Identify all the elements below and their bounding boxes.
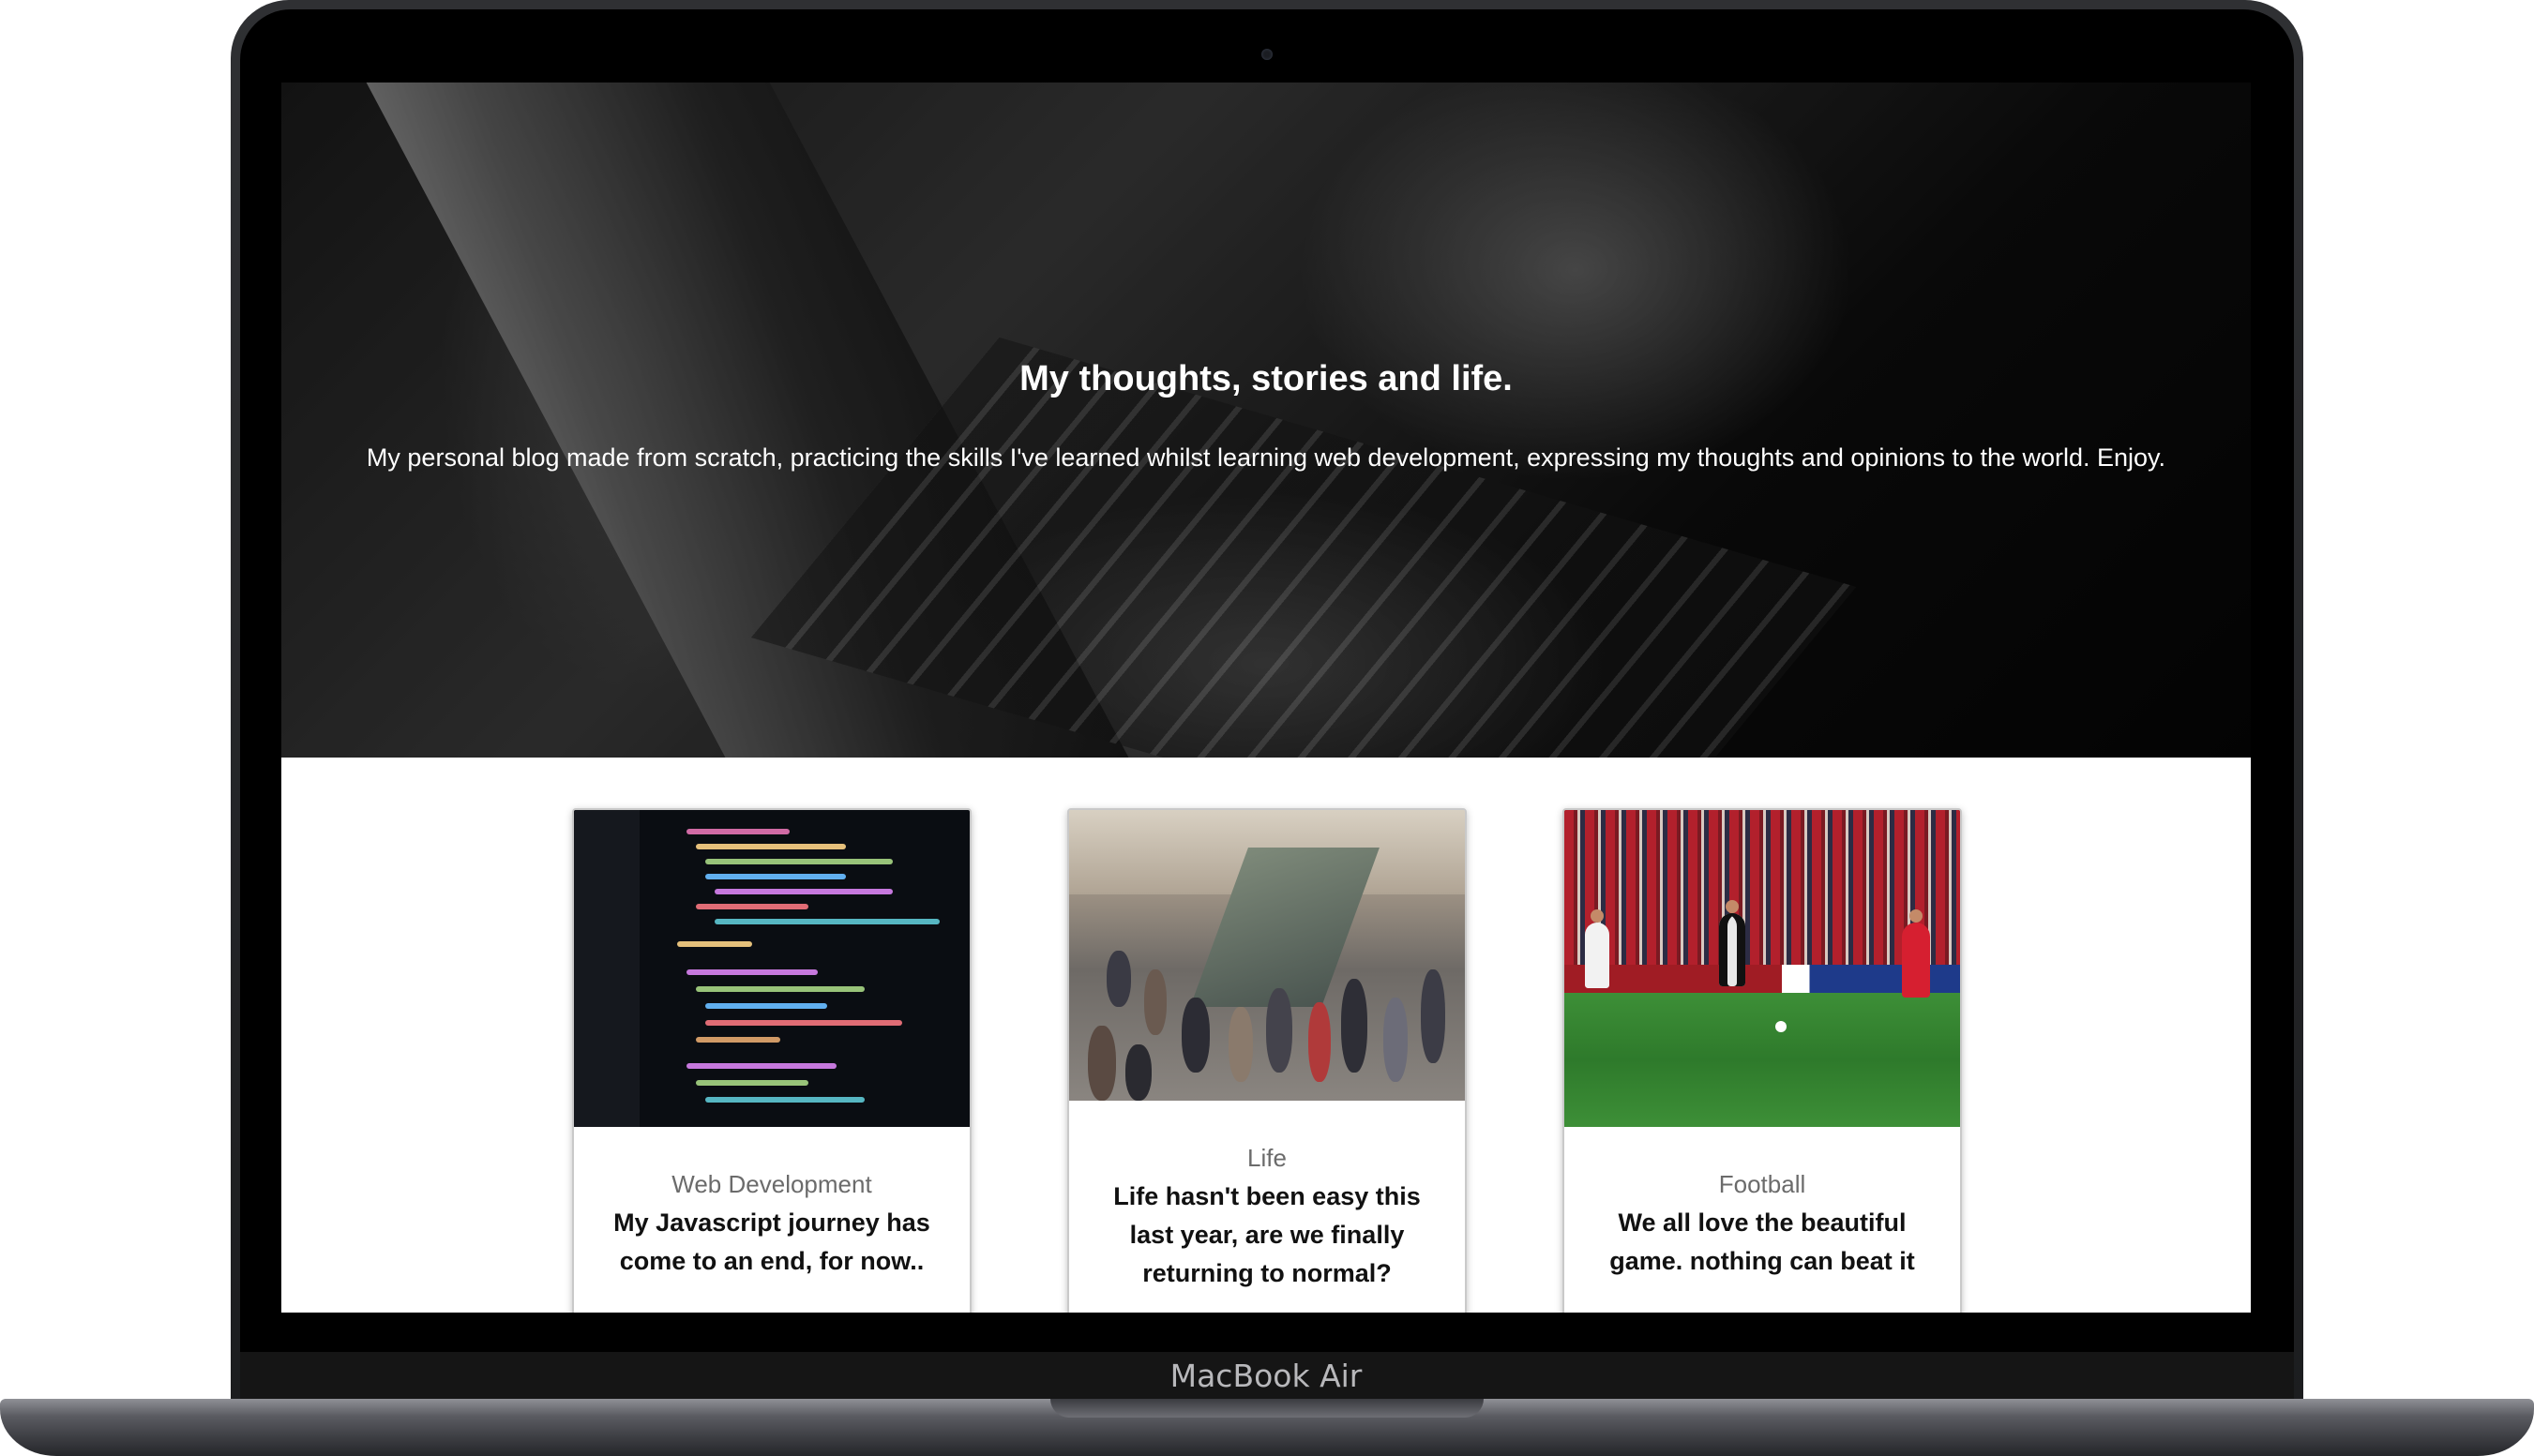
football-match-image <box>1564 810 1960 1127</box>
post-title[interactable]: Life hasn't been easy this last year, ar… <box>1097 1178 1437 1293</box>
advertising-board <box>1564 965 1960 993</box>
post-category: Web Development <box>671 1170 872 1198</box>
hero-overlay <box>281 83 2251 758</box>
laptop-hinge-notch <box>1050 1399 1484 1418</box>
post-card-life[interactable]: Life Life hasn't been easy this last yea… <box>1067 808 1467 1313</box>
hero-title: My thoughts, stories and life. <box>1019 359 1513 398</box>
hero-banner: My thoughts, stories and life. My person… <box>281 83 2251 758</box>
device-model-label: MacBook Air <box>1169 1358 1363 1394</box>
post-card-football[interactable]: Football We all love the beautiful game.… <box>1562 808 1962 1313</box>
busy-station-crowd-image <box>1069 810 1465 1101</box>
post-category: Football <box>1718 1170 1806 1198</box>
webcam-icon <box>1261 49 1273 60</box>
hero-subtitle: My personal blog made from scratch, prac… <box>366 443 2166 472</box>
stadium-stand <box>1564 810 1960 974</box>
browser-viewport: My thoughts, stories and life. My person… <box>281 83 2251 1313</box>
post-category: Life <box>1247 1144 1287 1172</box>
post-title[interactable]: We all love the beautiful game. nothing … <box>1592 1204 1932 1281</box>
pitch <box>1564 993 1960 1127</box>
code-editor-image <box>574 810 970 1127</box>
editor-sidebar <box>574 810 640 1127</box>
post-title[interactable]: My Javascript journey has come to an end… <box>602 1204 942 1281</box>
post-card-web-development[interactable]: Web Development My Javascript journey ha… <box>572 808 972 1313</box>
